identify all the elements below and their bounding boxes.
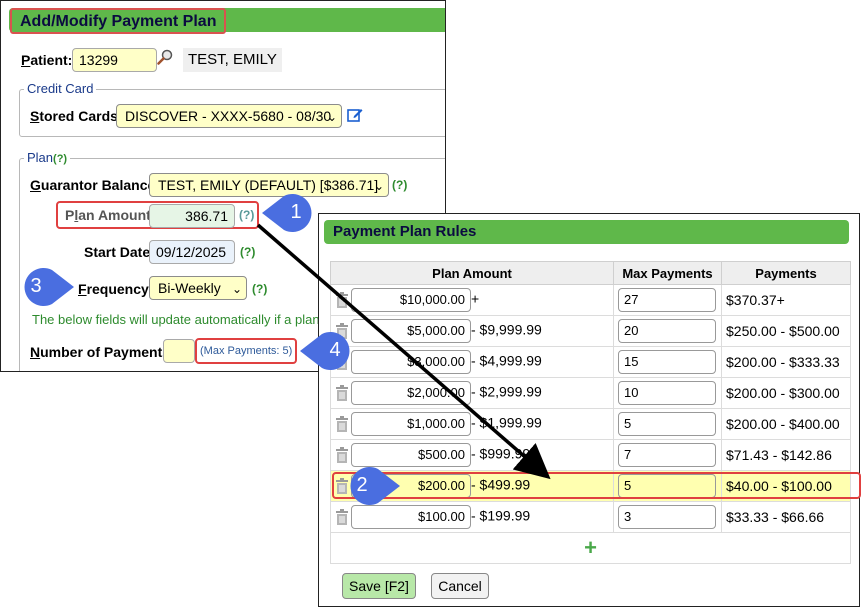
- callout-3-number: 3: [30, 275, 42, 297]
- annotation-layer: [256, 223, 551, 480]
- callout-1-number: 1: [290, 201, 302, 223]
- callout-4-number: 4: [329, 339, 341, 361]
- callout-2-number: 2: [356, 474, 368, 496]
